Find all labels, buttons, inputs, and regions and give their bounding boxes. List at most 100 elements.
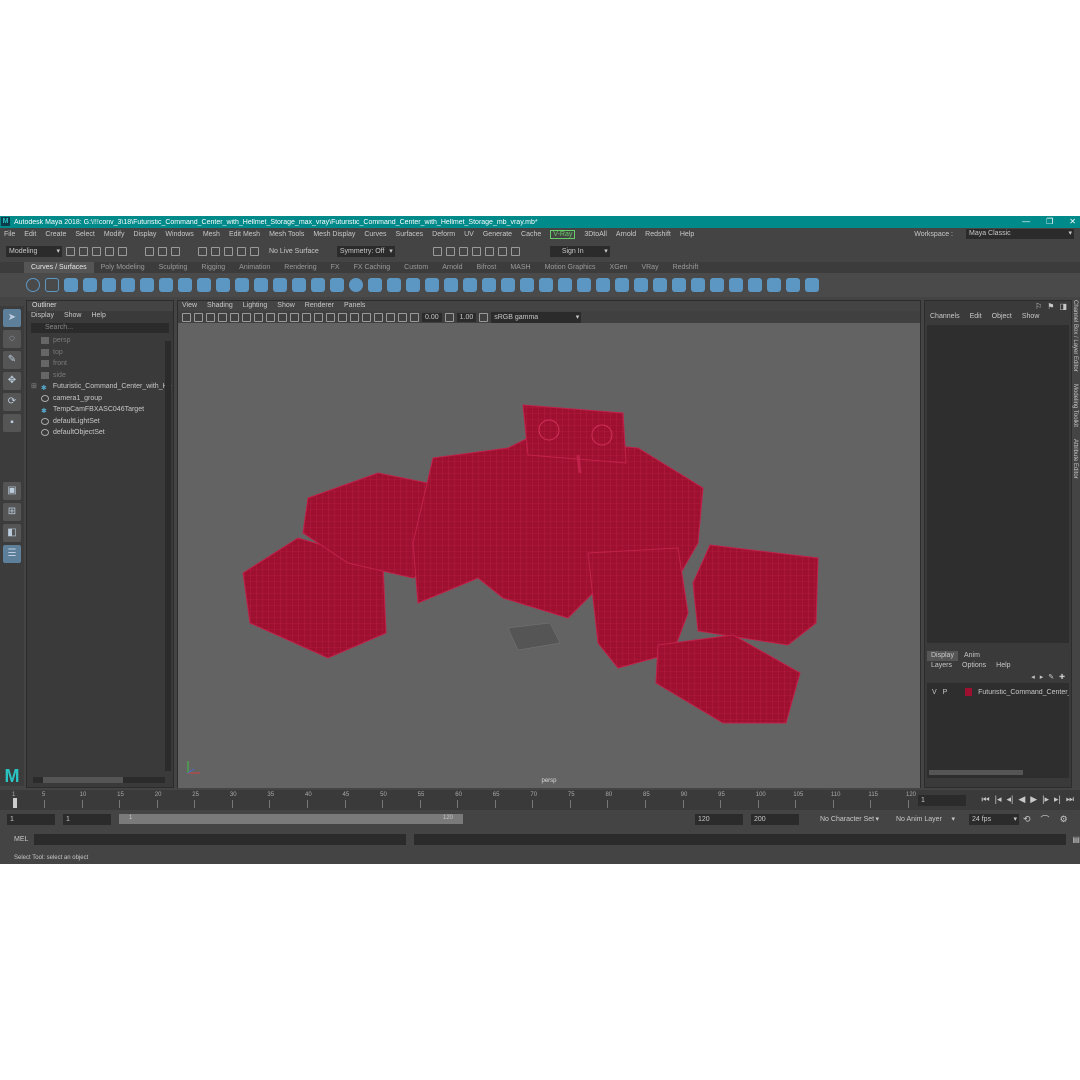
outliner-item-tempcam-target[interactable]: ✱ TempCamFBXASC046Target	[41, 404, 173, 416]
outliner-item-side[interactable]: side	[41, 370, 173, 382]
preferences-icon[interactable]: ⚙	[1060, 814, 1068, 825]
offset-curve-icon[interactable]	[216, 278, 230, 292]
xray-icon[interactable]	[386, 312, 395, 322]
anim-layer-dropdown[interactable]: No Anim Layer	[893, 814, 957, 825]
script-editor-icon[interactable]: ▤	[1072, 835, 1080, 844]
snap-curve-icon[interactable]	[211, 246, 220, 256]
range-bar[interactable]: 1 120	[119, 814, 463, 824]
loft-icon[interactable]	[482, 278, 496, 292]
render-current-icon[interactable]	[432, 246, 442, 256]
new-scene-icon[interactable]	[66, 246, 75, 256]
go-to-start-icon[interactable]: ⏮	[982, 794, 990, 805]
open-scene-icon[interactable]	[79, 246, 88, 256]
snap-surface-icon[interactable]	[250, 246, 259, 256]
gamma-field[interactable]: 1.00	[456, 312, 477, 322]
menu-help[interactable]: Help	[680, 231, 694, 238]
shelf-tab-fx[interactable]: FX	[324, 262, 347, 273]
outliner-item-persp[interactable]: persp	[41, 335, 173, 347]
expand-icon[interactable]: ⊞	[31, 381, 37, 393]
shelf-tab-redshift[interactable]: Redshift	[666, 262, 706, 273]
viewport-menu-shading[interactable]: Shading	[207, 301, 233, 311]
detach-surfaces-icon[interactable]	[710, 278, 724, 292]
gamma-icon[interactable]	[444, 312, 454, 322]
shadows-icon[interactable]	[326, 312, 335, 322]
menu-deform[interactable]: Deform	[432, 231, 455, 238]
menu-create[interactable]: Create	[45, 231, 66, 238]
bezier-curve-icon[interactable]	[140, 278, 154, 292]
shelf-tab-custom[interactable]: Custom	[397, 262, 435, 273]
four-view-layout-icon[interactable]: ⊞	[3, 503, 21, 521]
channel-menu-channels[interactable]: Channels	[930, 311, 960, 323]
bookmark-icon[interactable]	[206, 312, 215, 322]
wireframe-icon[interactable]	[278, 312, 287, 322]
close-icon[interactable]: ✕	[1069, 216, 1076, 228]
shelf-tab-poly-modeling[interactable]: Poly Modeling	[94, 262, 152, 273]
layer-tab-anim[interactable]: Anim	[964, 651, 980, 661]
planar-icon[interactable]	[501, 278, 515, 292]
menu-curves[interactable]: Curves	[364, 231, 386, 238]
pause-icon[interactable]	[510, 246, 520, 256]
shelf-tab-sculpting[interactable]: Sculpting	[152, 262, 195, 273]
untrim-icon[interactable]	[634, 278, 648, 292]
boundary-icon[interactable]	[577, 278, 591, 292]
side-tab-channel-box[interactable]: Channel Box / Layer Editor	[1072, 300, 1078, 372]
vray-render-icon[interactable]	[484, 246, 494, 256]
attribute-editor-toggle-icon[interactable]: ◨	[1059, 302, 1067, 311]
extend-curve-icon[interactable]	[311, 278, 325, 292]
rotate-tool-icon[interactable]: ⟳	[3, 393, 21, 411]
revolve-icon[interactable]	[463, 278, 477, 292]
image-plane-icon[interactable]	[218, 312, 227, 322]
anti-aliasing-icon[interactable]	[362, 312, 371, 322]
layer-horizontal-scrollbar[interactable]	[929, 770, 1023, 775]
outliner-layout-icon[interactable]: ☰	[3, 545, 21, 563]
menu-select[interactable]: Select	[75, 231, 94, 238]
outliner-menu-show[interactable]: Show	[64, 311, 82, 321]
sign-in-button[interactable]: Sign In	[549, 245, 610, 257]
shelf-tab-fx-caching[interactable]: FX Caching	[347, 262, 398, 273]
shelf-tab-rigging[interactable]: Rigging	[194, 262, 232, 273]
ipr-render-icon[interactable]	[445, 246, 455, 256]
shelf-tab-mash[interactable]: MASH	[503, 262, 537, 273]
select-object-icon[interactable]	[158, 246, 167, 256]
shelf-tab-animation[interactable]: Animation	[232, 262, 277, 273]
channel-menu-object[interactable]: Object	[992, 311, 1012, 323]
shelf-tab-vray[interactable]: VRay	[634, 262, 665, 273]
step-forward-frame-icon[interactable]: |▸	[1042, 794, 1049, 805]
extrude-icon[interactable]	[520, 278, 534, 292]
command-input[interactable]	[34, 834, 407, 845]
play-forwards-icon[interactable]: ▶	[1030, 794, 1037, 805]
symmetry-dropdown[interactable]: Symmetry: Off	[336, 245, 395, 257]
outliner-item-top[interactable]: top	[41, 347, 173, 359]
menu-3dtoall[interactable]: 3DtoAll	[584, 231, 607, 238]
new-layer-from-selection-icon[interactable]: ✚	[1059, 673, 1065, 681]
smooth-shade-icon[interactable]	[290, 312, 299, 322]
square-surface-icon[interactable]	[596, 278, 610, 292]
color-management-icon[interactable]	[479, 312, 489, 322]
viewport-menu-view[interactable]: View	[182, 301, 197, 311]
shelf-tab-arnold[interactable]: Arnold	[435, 262, 469, 273]
layer-menu-help[interactable]: Help	[996, 661, 1010, 671]
move-layer-down-icon[interactable]: ▸	[1040, 673, 1044, 681]
select-camera-icon[interactable]	[182, 312, 191, 322]
use-all-lights-icon[interactable]	[314, 312, 323, 322]
sound-icon[interactable]: ⌒	[1041, 813, 1050, 826]
outliner-item-command-center-group[interactable]: ⊞ ✱ Futuristic_Command_Center_with_He	[31, 381, 173, 393]
menu-uv[interactable]: UV	[464, 231, 474, 238]
menu-mesh-display[interactable]: Mesh Display	[313, 231, 355, 238]
birail-icon[interactable]	[539, 278, 553, 292]
menu-mesh-tools[interactable]: Mesh Tools	[269, 231, 304, 238]
paint-select-tool-icon[interactable]: ✎	[3, 351, 21, 369]
side-tab-attribute-editor[interactable]: Attribute Editor	[1072, 439, 1078, 479]
safe-action-icon[interactable]	[266, 312, 275, 322]
shelf-tab-motion-graphics[interactable]: Motion Graphics	[538, 262, 603, 273]
shelf-tab-curves-surfaces[interactable]: Curves / Surfaces	[24, 262, 94, 273]
maximize-icon[interactable]: ❐	[1046, 216, 1053, 228]
outliner-item-default-light-set[interactable]: defaultLightSet	[41, 416, 173, 428]
step-back-key-icon[interactable]: |◂	[995, 794, 1002, 805]
step-forward-key-icon[interactable]: ▸|	[1054, 794, 1061, 805]
outliner-menu-display[interactable]: Display	[31, 311, 54, 321]
snap-grid-icon[interactable]	[198, 246, 207, 256]
shelf-tab-rendering[interactable]: Rendering	[277, 262, 323, 273]
snap-view-icon[interactable]	[237, 246, 246, 256]
move-tool-icon[interactable]: ✥	[3, 372, 21, 390]
